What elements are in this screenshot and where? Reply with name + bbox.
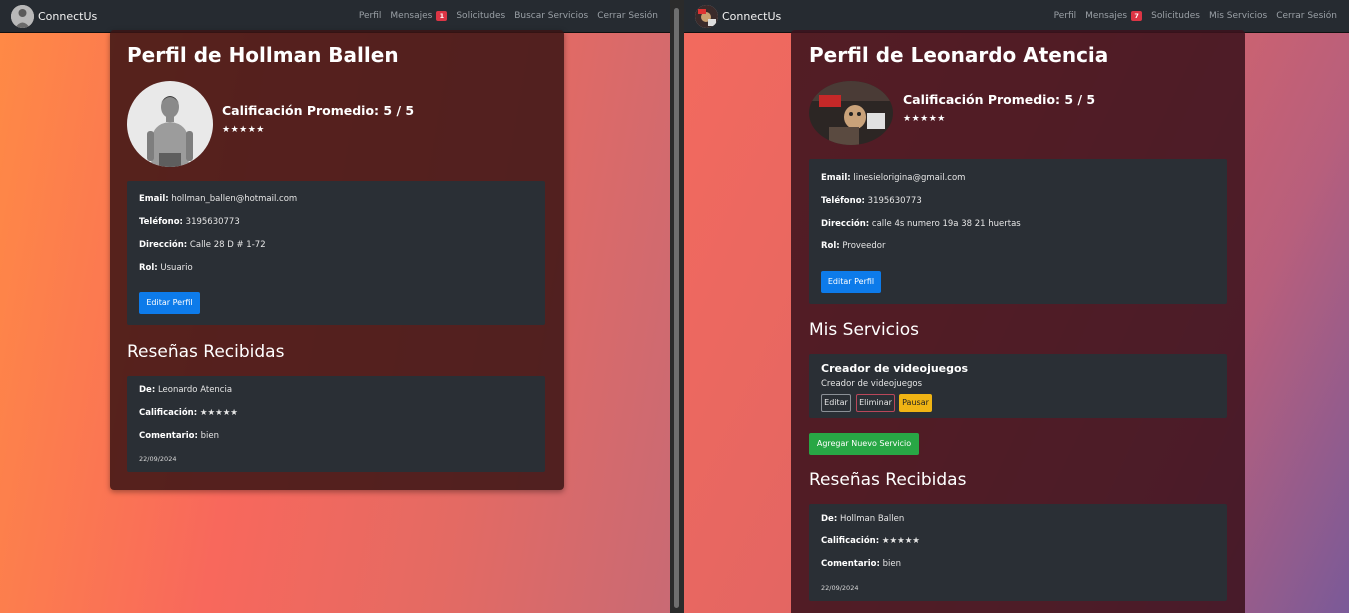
right-browser-pane: ConnectUs Perfil Mensajes 7 Solicitudes M… — [684, 0, 1349, 613]
address-value: calle 4s numero 19a 38 21 huertas — [871, 219, 1021, 229]
brand-name: ConnectUs — [722, 9, 782, 23]
rating-stars: ★★★★★ — [222, 125, 265, 135]
edit-profile-button[interactable]: Editar Perfil — [821, 271, 881, 293]
phone-row: Teléfono: 3195630773 — [139, 217, 240, 227]
review-rating: ★★★★★ — [881, 536, 920, 546]
service-item: Creador de videojuegos Creador de videoj… — [809, 354, 1227, 418]
email-label: Email: — [821, 173, 851, 183]
email-value: linesielorigina@gmail.com — [853, 173, 966, 183]
nav-solicitudes[interactable]: Solicitudes — [1151, 11, 1200, 21]
navbar: ConnectUs Perfil Mensajes 1 Solicitudes B… — [0, 0, 670, 32]
reviews-title: Reseñas Recibidas — [127, 342, 285, 362]
left-browser-pane: ConnectUs Perfil Mensajes 1 Solicitudes B… — [0, 0, 670, 613]
rating-average: Calificación Promedio: 5 / 5 — [222, 103, 415, 118]
review-comment-row: Comentario: bien — [821, 559, 901, 569]
review-from: Hollman Ballen — [839, 514, 905, 524]
reviews-title: Reseñas Recibidas — [809, 470, 967, 490]
review-from-label: De: — [821, 514, 838, 524]
nav-perfil[interactable]: Perfil — [359, 11, 382, 21]
service-pause-button[interactable]: Pausar — [899, 394, 932, 412]
service-name: Creador de videojuegos — [821, 362, 969, 375]
role-row: Rol: Proveedor — [821, 241, 885, 251]
review-rating-label: Calificación: — [821, 536, 880, 546]
role-row: Rol: Usuario — [139, 263, 193, 273]
page-title: Perfil de Leonardo Atencia — [809, 43, 1109, 67]
nav-mensajes[interactable]: Mensajes 1 — [390, 11, 448, 21]
rating-stars: ★★★★★ — [903, 114, 946, 124]
role-label: Rol: — [821, 241, 840, 251]
review-comment-row: Comentario: bien — [139, 431, 219, 441]
service-description: Creador de videojuegos — [821, 379, 923, 389]
profile-avatar — [127, 81, 213, 167]
navbar: ConnectUs Perfil Mensajes 7 Solicitudes M… — [684, 0, 1349, 32]
nav-buscar-servicios[interactable]: Buscar Servicios — [514, 11, 588, 21]
brand[interactable]: ConnectUs — [695, 4, 782, 28]
role-label: Rol: — [139, 263, 158, 273]
brand[interactable]: ConnectUs — [11, 4, 98, 28]
address-label: Dirección: — [139, 240, 188, 250]
profile-card: Perfil de Hollman Ballen Calificación Pr… — [110, 30, 564, 490]
address-row: Dirección: Calle 28 D # 1-72 — [139, 240, 266, 250]
service-delete-button[interactable]: Eliminar — [856, 394, 895, 412]
role-value: Proveedor — [842, 241, 886, 251]
email-row: Email: hollman_ballen@hotmail.com — [139, 194, 297, 204]
review-from-label: De: — [139, 385, 156, 395]
brand-avatar — [695, 4, 718, 28]
messages-badge: 1 — [436, 11, 448, 21]
nav-mensajes[interactable]: Mensajes 7 — [1085, 11, 1143, 21]
pane-divider-scrollbar[interactable] — [670, 0, 684, 613]
review-date: 22/09/2024 — [821, 584, 859, 592]
email-value: hollman_ballen@hotmail.com — [171, 194, 298, 204]
review-from-row: De: Hollman Ballen — [821, 514, 904, 524]
phone-label: Teléfono: — [139, 217, 183, 227]
review-rating-label: Calificación: — [139, 408, 198, 418]
services-title: Mis Servicios — [809, 320, 920, 340]
scrollbar-thumb[interactable] — [674, 8, 679, 608]
rating-average: Calificación Promedio: 5 / 5 — [903, 92, 1096, 107]
review-comment-label: Comentario: — [821, 559, 880, 569]
phone-value: 3195630773 — [867, 196, 922, 206]
role-value: Usuario — [160, 263, 193, 273]
review-comment: bien — [882, 559, 901, 569]
review-from: Leonardo Atencia — [157, 385, 233, 395]
review-comment: bien — [200, 431, 219, 441]
nav-perfil[interactable]: Perfil — [1054, 11, 1077, 21]
brand-avatar — [11, 4, 34, 28]
address-label: Dirección: — [821, 219, 870, 229]
profile-avatar — [809, 81, 893, 145]
address-row: Dirección: calle 4s numero 19a 38 21 hue… — [821, 219, 1021, 229]
email-label: Email: — [139, 194, 169, 204]
address-value: Calle 28 D # 1-72 — [189, 240, 266, 250]
add-service-button[interactable]: Agregar Nuevo Servicio — [809, 433, 919, 455]
nav-solicitudes[interactable]: Solicitudes — [456, 11, 505, 21]
profile-info-box: Email: linesielorigina@gmail.com Teléfon… — [809, 159, 1227, 304]
service-edit-button[interactable]: Editar — [821, 394, 851, 412]
nav-cerrar-sesion[interactable]: Cerrar Sesión — [597, 11, 658, 21]
review-date: 22/09/2024 — [139, 455, 177, 463]
messages-badge: 7 — [1131, 11, 1143, 21]
phone-label: Teléfono: — [821, 196, 865, 206]
nav-mensajes-label: Mensajes — [1085, 11, 1128, 21]
nav-mis-servicios[interactable]: Mis Servicios — [1209, 11, 1267, 21]
brand-name: ConnectUs — [38, 9, 98, 23]
review-item: De: Hollman Ballen Calificación: ★★★★★ C… — [809, 504, 1227, 601]
review-rating: ★★★★★ — [199, 408, 238, 418]
nav-links: Perfil Mensajes 1 Solicitudes Buscar Serv… — [350, 0, 658, 32]
edit-profile-button[interactable]: Editar Perfil — [139, 292, 200, 314]
profile-info-box: Email: hollman_ballen@hotmail.com Teléfo… — [127, 181, 545, 325]
phone-row: Teléfono: 3195630773 — [821, 196, 922, 206]
email-row: Email: linesielorigina@gmail.com — [821, 173, 965, 183]
profile-card: Perfil de Leonardo Atencia Calificación … — [791, 30, 1245, 613]
review-from-row: De: Leonardo Atencia — [139, 385, 232, 395]
phone-value: 3195630773 — [185, 217, 240, 227]
review-comment-label: Comentario: — [139, 431, 198, 441]
review-rating-row: Calificación: ★★★★★ — [139, 408, 238, 418]
review-rating-row: Calificación: ★★★★★ — [821, 536, 920, 546]
page-title: Perfil de Hollman Ballen — [127, 43, 399, 67]
nav-links: Perfil Mensajes 7 Solicitudes Mis Servici… — [1045, 0, 1337, 32]
review-item: De: Leonardo Atencia Calificación: ★★★★★… — [127, 376, 545, 472]
nav-mensajes-label: Mensajes — [390, 11, 433, 21]
nav-cerrar-sesion[interactable]: Cerrar Sesión — [1276, 11, 1337, 21]
